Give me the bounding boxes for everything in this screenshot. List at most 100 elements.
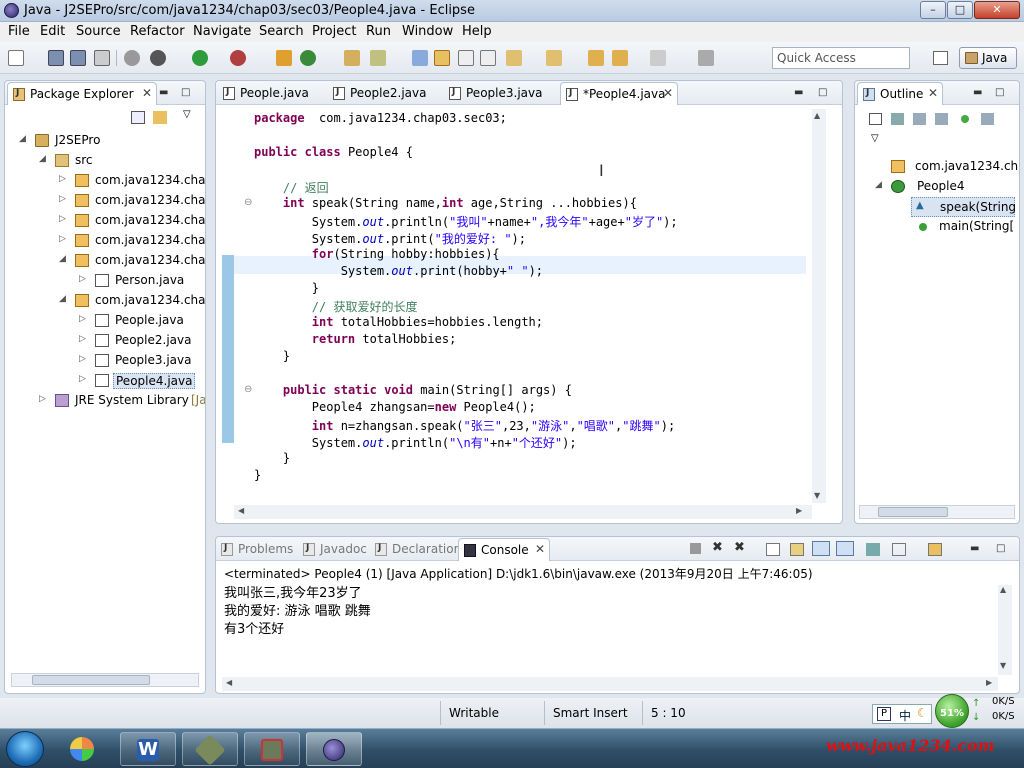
tab-javadoc[interactable]: Javadoc (298, 538, 370, 561)
link-editor-icon[interactable] (153, 111, 167, 124)
new-icon[interactable] (8, 50, 24, 66)
pin-console-icon[interactable] (866, 543, 880, 556)
tab-people-java[interactable]: People.java (218, 82, 326, 105)
minimize-panel-icon[interactable]: ▬ (794, 87, 803, 98)
maximize-panel-icon[interactable]: □ (818, 87, 827, 98)
tab-package-explorer[interactable]: Package Explorer ✕ (7, 82, 157, 105)
horizontal-scrollbar[interactable] (11, 673, 199, 687)
menu-navigate[interactable]: Navigate (193, 24, 251, 39)
horizontal-scrollbar[interactable] (859, 505, 1015, 519)
scroll-down-icon[interactable]: ▼ (1000, 661, 1006, 670)
menu-run[interactable]: Run (366, 24, 391, 39)
menu-edit[interactable]: Edit (40, 24, 65, 39)
menu-project[interactable]: Project (312, 24, 356, 39)
cpu-meter[interactable]: 51% (935, 694, 969, 728)
collapse-all-icon[interactable] (869, 113, 882, 125)
collapsed-arrow-icon[interactable]: ▷ (79, 314, 86, 324)
scroll-right-icon[interactable]: ▶ (986, 678, 992, 687)
hide-fields-icon[interactable] (913, 113, 926, 125)
close-icon[interactable]: ✕ (928, 86, 938, 100)
tab-people3-java[interactable]: People3.java (444, 82, 562, 105)
scroll-right-icon[interactable]: ▶ (796, 506, 802, 515)
scrollbar-thumb[interactable] (878, 507, 948, 517)
collapsed-arrow-icon[interactable]: ▷ (59, 214, 66, 224)
scroll-left-icon[interactable]: ◀ (226, 678, 232, 687)
next-annotation-icon[interactable] (506, 50, 522, 66)
maximize-button[interactable]: □ (947, 1, 973, 19)
menu-search[interactable]: Search (259, 24, 304, 39)
scroll-left-icon[interactable]: ◀ (238, 506, 244, 515)
new-class-icon[interactable] (300, 50, 316, 66)
scroll-down-icon[interactable]: ▼ (814, 491, 820, 500)
start-button[interactable] (6, 731, 44, 767)
horizontal-scrollbar[interactable]: ◀ ▶ (234, 505, 812, 519)
minimize-panel-icon[interactable]: ▬ (973, 87, 982, 98)
tab-console[interactable]: Console ✕ (458, 538, 550, 561)
close-icon[interactable]: ✕ (663, 86, 673, 100)
remove-all-launches-icon[interactable]: ✖ (734, 540, 745, 555)
new-package-icon[interactable] (276, 50, 292, 66)
open-perspective-icon[interactable] (933, 51, 948, 65)
collapsed-arrow-icon[interactable]: ▷ (79, 334, 86, 344)
code-editor[interactable]: package com.java1234.chap03.sec03; public… (234, 107, 812, 487)
fold-collapse-icon[interactable]: ⊖ (244, 384, 252, 395)
maximize-panel-icon[interactable]: □ (995, 87, 1004, 98)
menu-help[interactable]: Help (462, 24, 492, 39)
forward-icon[interactable] (650, 50, 666, 66)
terminate-icon[interactable] (690, 543, 701, 554)
menu-file[interactable]: File (8, 24, 30, 39)
external-tools-icon[interactable] (230, 50, 246, 66)
expand-arrow-icon[interactable]: ◢ (59, 254, 66, 264)
annotation-icon[interactable] (412, 50, 428, 66)
scroll-lock-icon[interactable] (790, 543, 804, 556)
collapsed-arrow-icon[interactable]: ▷ (79, 354, 86, 364)
tab-problems[interactable]: Problems (216, 538, 296, 561)
hide-nonpublic-icon[interactable] (961, 115, 969, 123)
show-on-output-icon[interactable] (812, 541, 830, 556)
taskbar-app-eclipse[interactable] (306, 732, 362, 766)
search-icon[interactable] (370, 50, 386, 66)
block-selection-icon[interactable] (458, 50, 474, 66)
open-console-icon[interactable] (928, 543, 942, 556)
tab-people4-java[interactable]: *People4.java ✕ (560, 82, 678, 105)
minimize-panel-icon[interactable]: ▬ (159, 87, 168, 98)
display-console-icon[interactable] (892, 543, 906, 556)
close-icon[interactable]: ✕ (535, 542, 545, 556)
remove-launch-icon[interactable]: ✖ (712, 540, 723, 555)
mark-occurrences-icon[interactable] (434, 50, 450, 66)
menu-refactor[interactable]: Refactor (130, 24, 185, 39)
save-icon[interactable] (48, 50, 64, 66)
tab-people2-java[interactable]: People2.java (328, 82, 436, 105)
collapse-all-icon[interactable] (131, 111, 145, 124)
vertical-scrollbar[interactable]: ▲ ▼ (998, 585, 1012, 675)
taskbar-app[interactable]: W (120, 732, 176, 766)
fold-collapse-icon[interactable]: ⊖ (244, 197, 252, 208)
debug-icon[interactable] (150, 50, 166, 66)
scroll-up-icon[interactable]: ▲ (814, 111, 820, 120)
ime-toolbar[interactable]: P 中 ☾ (872, 704, 932, 724)
java-perspective-button[interactable]: Java (959, 47, 1017, 69)
maximize-panel-icon[interactable]: □ (996, 543, 1005, 554)
menu-source[interactable]: Source (76, 24, 121, 39)
taskbar-app[interactable] (62, 733, 102, 765)
scrollbar-thumb[interactable] (32, 675, 150, 685)
open-type-icon[interactable] (344, 50, 360, 66)
view-menu-icon[interactable]: ▽ (871, 133, 879, 144)
save-all-icon[interactable] (70, 50, 86, 66)
taskbar-app[interactable] (244, 732, 300, 766)
clear-console-icon[interactable] (766, 543, 780, 556)
expand-arrow-icon[interactable]: ◢ (39, 154, 46, 164)
hide-local-types-icon[interactable] (981, 113, 994, 125)
expand-arrow-icon[interactable]: ◢ (875, 180, 882, 190)
taskbar-app[interactable] (182, 732, 238, 766)
print-icon[interactable] (94, 50, 110, 66)
back-icon[interactable] (612, 50, 628, 66)
hide-static-icon[interactable] (935, 113, 948, 125)
expand-arrow-icon[interactable]: ◢ (59, 294, 66, 304)
collapsed-arrow-icon[interactable]: ▷ (79, 274, 86, 284)
horizontal-scrollbar[interactable]: ◀ ▶ (222, 677, 998, 691)
scroll-up-icon[interactable]: ▲ (1000, 585, 1006, 594)
tab-outline[interactable]: Outline ✕ (857, 82, 943, 105)
toggle-icon[interactable] (124, 50, 140, 66)
quick-access-input[interactable]: Quick Access (772, 47, 910, 69)
